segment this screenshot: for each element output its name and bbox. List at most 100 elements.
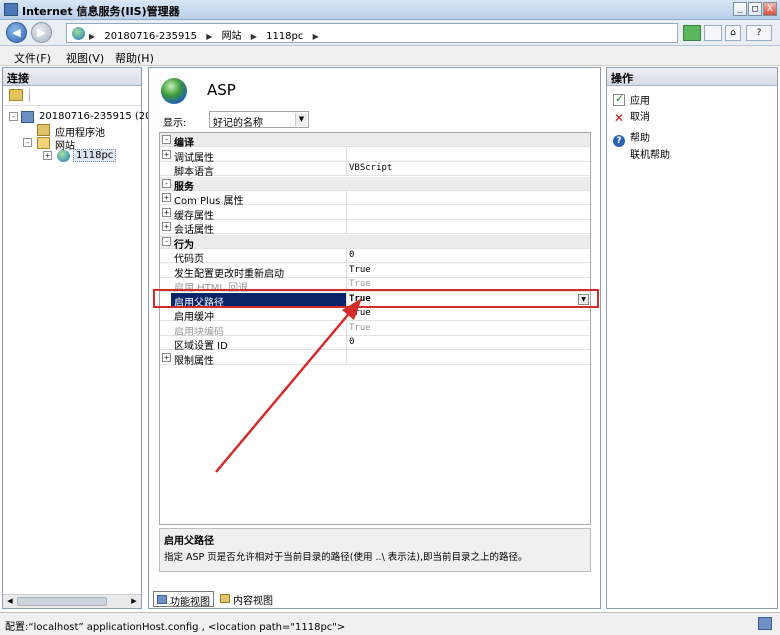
property-value[interactable]: 0	[349, 337, 354, 347]
apply-action[interactable]: 应用	[613, 92, 650, 107]
features-view-icon	[157, 595, 167, 604]
stop-icon[interactable]	[704, 25, 722, 41]
help-icon: ?	[613, 135, 625, 147]
folder-icon	[37, 137, 50, 149]
property-row[interactable]: + Com Plus 属性	[160, 191, 590, 207]
apply-icon	[613, 92, 625, 106]
menu-bar: 文件(F) 视图(V) 帮助(H)	[0, 46, 780, 66]
breadcrumb: ▶ 20180716-235915 ▶ 网站 ▶ 1118pc ▶	[89, 31, 319, 42]
display-label: 显示:	[163, 118, 187, 129]
property-row[interactable]: 发生配置更改时重新启动 True	[160, 263, 590, 280]
property-row[interactable]: + 缓存属性	[160, 205, 590, 222]
collapse-icon[interactable]: -	[162, 236, 171, 246]
column-divider	[346, 205, 347, 220]
property-category[interactable]: - 行为	[160, 234, 590, 251]
property-grid: - 编译 + 调试属性 脚本语言 VBScript - 服务 + Com Plus 属性 + 缓存属性…	[159, 132, 591, 525]
description-text: 指定 ASP 页是否允许相对于当前目录的路径(使用 ..\ 表示法),即当前目录…	[164, 552, 528, 563]
title-bar: Internet 信息服务(IIS)管理器 _ □ X	[0, 0, 780, 20]
column-divider	[346, 278, 347, 292]
property-value[interactable]: 0	[349, 250, 354, 260]
connect-icon[interactable]	[9, 89, 23, 101]
server-icon	[21, 111, 34, 123]
menu-view[interactable]: 视图(V)	[66, 50, 104, 66]
tab-content-view[interactable]: 内容视图	[217, 591, 276, 607]
property-row[interactable]: 启用 HTML 回退 True	[160, 278, 590, 294]
breadcrumb-sites[interactable]: 网站	[222, 31, 242, 42]
description-title: 启用父路径	[164, 536, 214, 547]
property-row[interactable]: 启用缓冲 True	[160, 307, 590, 323]
connections-header: 连接	[3, 68, 141, 86]
column-divider	[346, 336, 347, 350]
scroll-left-icon[interactable]: ◀	[4, 596, 16, 607]
feature-panel: ASP 显示: 好记的名称 ▼ - 编译 + 调试属性 脚本语言 VBScript - 服务 +…	[148, 67, 601, 609]
property-row[interactable]: 区域设置 ID 0	[160, 336, 590, 352]
collapse-icon[interactable]: -	[162, 135, 171, 144]
tree-server-label: 20180716-235915 (20	[39, 111, 152, 122]
property-value[interactable]: VBScript	[349, 163, 392, 173]
property-row[interactable]: 代码页 0	[160, 249, 590, 265]
column-divider	[346, 220, 347, 234]
chevron-down-icon[interactable]: ▼	[295, 113, 307, 126]
scroll-thumb[interactable]	[17, 597, 107, 606]
status-text: 配置:“localhost” applicationHost.config , …	[5, 622, 346, 633]
display-select[interactable]: 好记的名称 ▼	[209, 111, 309, 129]
help-action[interactable]: ? 帮助	[613, 129, 650, 147]
menu-file[interactable]: 文件(F)	[14, 50, 51, 66]
collapse-icon[interactable]: -	[23, 138, 32, 147]
connections-scrollbar[interactable]: ◀ ▶	[3, 594, 141, 608]
property-value[interactable]: True	[349, 265, 371, 275]
globe-icon	[57, 150, 70, 162]
address-field[interactable]: ▶ 20180716-235915 ▶ 网站 ▶ 1118pc ▶	[66, 23, 678, 43]
column-divider	[346, 147, 347, 162]
collapse-icon[interactable]: -	[162, 178, 171, 188]
collapse-icon[interactable]: -	[9, 112, 18, 121]
back-button[interactable]: ◀	[6, 22, 27, 43]
column-divider	[346, 321, 347, 336]
property-value[interactable]: True	[349, 308, 371, 318]
globe-icon	[72, 27, 85, 40]
property-category[interactable]: - 编译	[160, 133, 590, 149]
property-name: 启用父路径	[171, 292, 347, 309]
property-value[interactable]: True	[349, 294, 371, 304]
expand-icon[interactable]: +	[162, 207, 171, 217]
app-pool-icon	[37, 124, 50, 136]
tab-features-view[interactable]: 功能视图	[153, 591, 214, 608]
expand-icon[interactable]: +	[162, 222, 171, 231]
property-category[interactable]: - 服务	[160, 176, 590, 193]
connections-panel: 连接 - 20180716-235915 (20 应用程序池 - 网站 + 11…	[2, 67, 152, 609]
description-panel: 启用父路径 指定 ASP 页是否允许相对于当前目录的路径(使用 ..\ 表示法)…	[159, 528, 591, 572]
breadcrumb-site[interactable]: 1118pc	[266, 31, 303, 42]
maximize-button[interactable]: □	[748, 2, 762, 16]
home-icon[interactable]: ⌂	[725, 25, 741, 41]
expand-icon[interactable]: +	[43, 151, 52, 160]
property-name: 限制属性	[174, 355, 214, 367]
breadcrumb-server[interactable]: 20180716-235915	[104, 31, 197, 42]
refresh-icon[interactable]	[683, 25, 701, 41]
display-filter: 显示: 好记的名称 ▼	[163, 111, 309, 129]
property-row[interactable]: + 限制属性	[160, 350, 590, 367]
connections-toolbar	[3, 86, 141, 106]
help-icon[interactable]: ?	[746, 25, 772, 41]
column-divider	[346, 350, 347, 365]
property-row[interactable]: + 调试属性	[160, 147, 590, 164]
property-row[interactable]: 脚本语言 VBScript	[160, 162, 590, 178]
column-divider	[346, 263, 347, 278]
property-row[interactable]: + 会话属性	[160, 220, 590, 236]
forward-button[interactable]: ▶	[31, 22, 52, 43]
column-divider	[346, 191, 347, 205]
expand-icon[interactable]: +	[162, 352, 171, 362]
close-button[interactable]: X	[763, 2, 777, 16]
cancel-action[interactable]: ✕ 取消	[613, 108, 650, 124]
online-help-action[interactable]: 联机帮助	[630, 146, 670, 161]
content-view-icon	[220, 594, 230, 603]
minimize-button[interactable]: _	[733, 2, 747, 16]
expand-icon[interactable]: +	[162, 193, 171, 202]
property-row[interactable]: 启用块编码 True	[160, 321, 590, 338]
property-row[interactable]: 启用父路径 True ▼	[160, 292, 590, 309]
column-divider	[346, 292, 347, 307]
asp-globe-icon	[161, 78, 187, 104]
scroll-right-icon[interactable]: ▶	[128, 596, 140, 607]
expand-icon[interactable]: +	[162, 149, 171, 159]
chevron-down-icon[interactable]: ▼	[578, 293, 589, 305]
menu-help[interactable]: 帮助(H)	[115, 50, 154, 66]
